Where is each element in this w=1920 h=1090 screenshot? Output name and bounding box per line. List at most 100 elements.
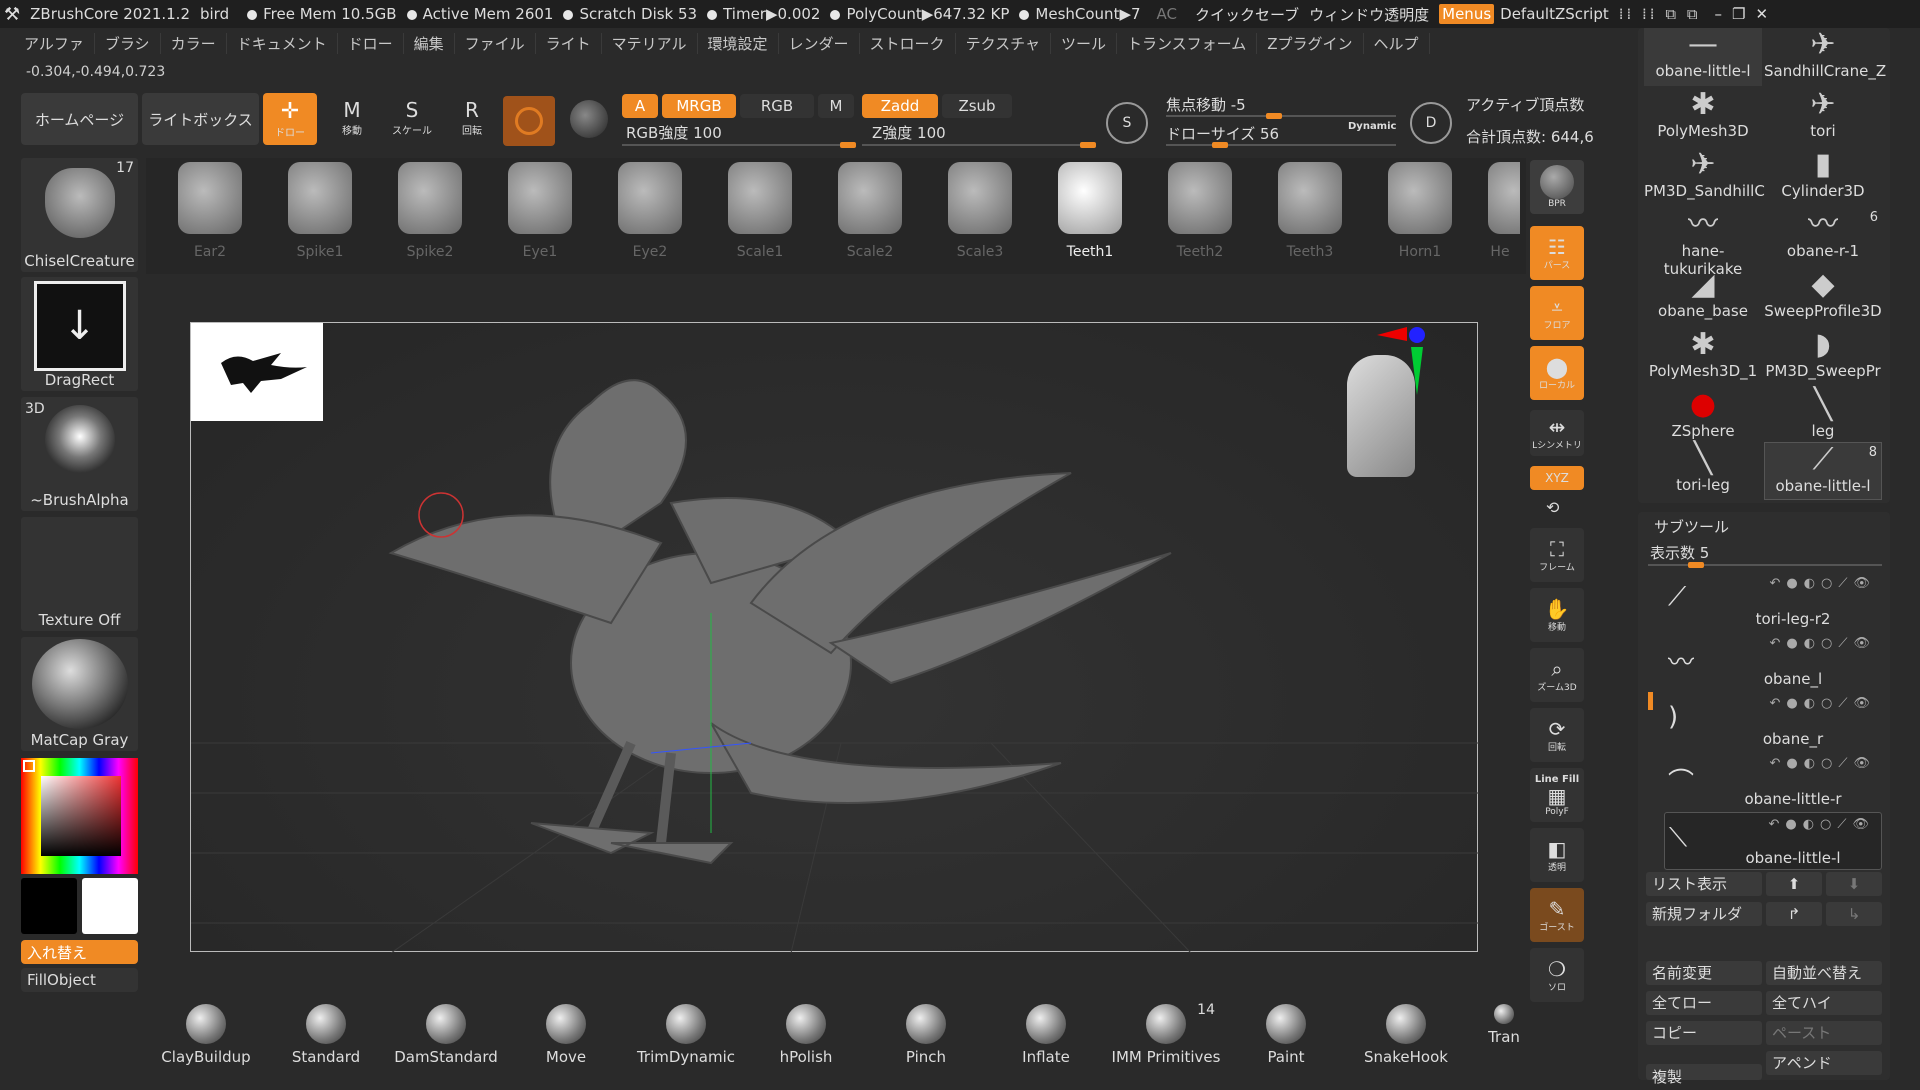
close-icon[interactable]: ✕ — [1755, 5, 1768, 23]
menu-item[interactable]: 編集 — [404, 32, 455, 54]
tool-item[interactable]: ✈ SandhillCrane_Z — [1764, 28, 1886, 86]
focal-shift-icon[interactable]: S — [1106, 102, 1148, 144]
shelf-item[interactable]: Eye1 — [490, 150, 590, 270]
dynamic-icon[interactable]: D — [1410, 102, 1452, 144]
shelf-item[interactable]: Spike1 — [270, 150, 370, 270]
menu-item[interactable]: ドロー — [338, 32, 404, 54]
shelf-item[interactable]: Teeth2 — [1150, 150, 1250, 270]
zoom3d-button[interactable]: ⌕ ズーム3D — [1530, 648, 1584, 702]
tool-item[interactable]: ▮ Cylinder3D — [1764, 148, 1882, 206]
local-button[interactable]: ⬤ ローカル — [1530, 346, 1584, 400]
tool-item[interactable]: ╲ leg — [1764, 388, 1882, 446]
secondary-color-swatch[interactable] — [21, 878, 77, 934]
tool-item[interactable]: ◆ SweepProfile3D — [1764, 268, 1882, 326]
brush-damstandard[interactable]: DamStandard — [391, 1000, 501, 1070]
subtool-item[interactable]: ⟋ ↶●◐○⟋👁 tori-leg-r2 — [1664, 572, 1882, 630]
tool-item[interactable]: — obane-little-l — [1644, 28, 1762, 86]
subtool-scrollbar[interactable] — [1648, 692, 1653, 710]
menu-item[interactable]: アルファ — [0, 32, 95, 54]
frame-button[interactable]: ⛶ フレーム — [1530, 528, 1584, 582]
shelf-item[interactable]: He — [1480, 150, 1520, 270]
brush-tran[interactable]: Tran — [1459, 1000, 1549, 1070]
rgb-toggle[interactable]: RGB — [740, 94, 814, 118]
shelf-item[interactable]: Scale1 — [710, 150, 810, 270]
shelf-item[interactable]: Scale2 — [820, 150, 920, 270]
fill-object-button[interactable]: FillObject — [21, 968, 138, 992]
subtool-item[interactable]: ⌒ ↶●◐○⟋👁 obane-little-r — [1664, 752, 1882, 810]
all-high-button[interactable]: 全てハイ — [1766, 991, 1882, 1015]
tool-item[interactable]: ✈ tori — [1764, 88, 1882, 146]
subtool-item[interactable]: ) ↶●◐○⟋👁 obane_r — [1664, 692, 1882, 750]
brush-paint[interactable]: Paint — [1231, 1000, 1341, 1070]
shelf-item[interactable]: Eye2 — [600, 150, 700, 270]
texture-selector[interactable]: Texture Off — [21, 517, 138, 631]
subtool-item[interactable]: 〰 ↶●◐○⟋👁 obane_l — [1664, 632, 1882, 690]
transparency-button[interactable]: ◧ 透明 — [1530, 828, 1584, 882]
z-intensity-slider[interactable] — [862, 142, 1096, 148]
subtool-toggles[interactable]: ↶●◐○⟋👁 — [1769, 756, 1876, 771]
zadd-toggle[interactable]: Zadd — [862, 94, 938, 118]
menu-item[interactable]: ツール — [1051, 32, 1117, 54]
window-transparency[interactable]: ウィンドウ透明度 — [1309, 4, 1429, 25]
brush-hpolish[interactable]: hPolish — [751, 1000, 861, 1070]
move-down-icon[interactable]: ⬇ — [1826, 872, 1882, 896]
menu-item[interactable]: ストローク — [860, 32, 956, 54]
maximize-icon[interactable]: ❐ — [1732, 5, 1745, 23]
homepage-button[interactable]: ホームページ — [21, 93, 138, 145]
matcap-sphere-icon[interactable] — [570, 100, 608, 138]
polyframe-button[interactable]: Line Fill ▦ PolyF — [1530, 768, 1584, 822]
brush-snakehook[interactable]: SnakeHook — [1351, 1000, 1461, 1070]
zsub-toggle[interactable]: Zsub — [942, 94, 1012, 118]
menu-item[interactable]: カラー — [161, 32, 227, 54]
menu-item[interactable]: ライト — [536, 32, 602, 54]
brush-standard[interactable]: Standard — [271, 1000, 381, 1070]
shelf-item[interactable]: Teeth3 — [1260, 150, 1360, 270]
perspective-button[interactable]: ☷ パース — [1530, 226, 1584, 280]
draw-mode-button[interactable]: ✛ ドロー — [263, 93, 317, 145]
rotate-mode-button[interactable]: R 回転 — [445, 98, 499, 144]
tool-item-selected[interactable]: 8 ⟋ obane-little-l — [1764, 442, 1882, 500]
xyz-rotation-button[interactable]: XYZ — [1530, 466, 1584, 490]
focal-shift-slider[interactable] — [1166, 113, 1396, 119]
swap-colors-button[interactable]: 入れ替え — [21, 940, 138, 964]
subtool-title[interactable]: サブツール — [1654, 516, 1729, 537]
tool-item[interactable]: 〰 hane-tukurikake — [1644, 208, 1762, 279]
auto-sort-button[interactable]: 自動並べ替え — [1766, 961, 1882, 985]
rotate-y-icon[interactable]: ⟲ — [1546, 498, 1559, 517]
brush-inflate[interactable]: Inflate — [991, 1000, 1101, 1070]
menu-item[interactable]: ファイル — [455, 32, 536, 54]
menu-item[interactable]: マテリアル — [602, 32, 698, 54]
move-up-icon[interactable]: ⬆ — [1766, 872, 1822, 896]
subtool-toggles[interactable]: ↶●◐○⟋👁 — [1769, 696, 1876, 711]
axis-gizmo-icon[interactable] — [1367, 325, 1457, 405]
menu-item[interactable]: テクスチャ — [956, 32, 1051, 54]
tool-item[interactable]: ◢ obane_base — [1644, 268, 1762, 326]
tool-item[interactable]: ╲ tori-leg — [1644, 442, 1762, 500]
shelf-item[interactable]: Scale3 — [930, 150, 1030, 270]
shelf-item[interactable]: Ear2 — [160, 150, 260, 270]
material-button[interactable] — [503, 96, 555, 146]
quicksave-button[interactable]: クイックセーブ — [1195, 4, 1299, 25]
material-selector[interactable]: MatCap Gray — [21, 637, 138, 751]
menu-item[interactable]: トランスフォーム — [1117, 32, 1258, 54]
paste-button[interactable]: ペースト — [1766, 1021, 1882, 1045]
draw-size-slider[interactable] — [1166, 142, 1396, 148]
lightbox-button[interactable]: ライトボックス — [142, 93, 259, 145]
subtool-toggles[interactable]: ↶●◐○⟋👁 — [1769, 636, 1876, 651]
all-low-button[interactable]: 全てロー — [1646, 991, 1762, 1015]
solo-button[interactable]: ❍ ソロ — [1530, 948, 1584, 1002]
menu-item[interactable]: レンダー — [779, 32, 860, 54]
shelf-item[interactable]: Spike2 — [380, 150, 480, 270]
menu-item[interactable]: Zプラグイン — [1257, 32, 1364, 54]
display-count-slider[interactable] — [1648, 562, 1882, 568]
brush-selector[interactable]: 17 ChiselCreature — [21, 158, 138, 272]
folder-return-icon[interactable]: ↳ — [1826, 902, 1882, 926]
tool-item[interactable]: 6 〰 obane-r-1 — [1764, 208, 1882, 266]
l-symmetry-button[interactable]: ⇹ Lシンメトリ — [1530, 410, 1584, 456]
brush-trimdynamic[interactable]: TrimDynamic — [631, 1000, 741, 1070]
new-folder-button[interactable]: 新規フォルダ — [1646, 902, 1762, 926]
floor-button[interactable]: ⩡ フロア — [1530, 286, 1584, 340]
move-mode-button[interactable]: M 移動 — [325, 98, 379, 144]
canvas-viewport[interactable] — [190, 322, 1479, 953]
menu-item[interactable]: ブラシ — [95, 32, 161, 54]
